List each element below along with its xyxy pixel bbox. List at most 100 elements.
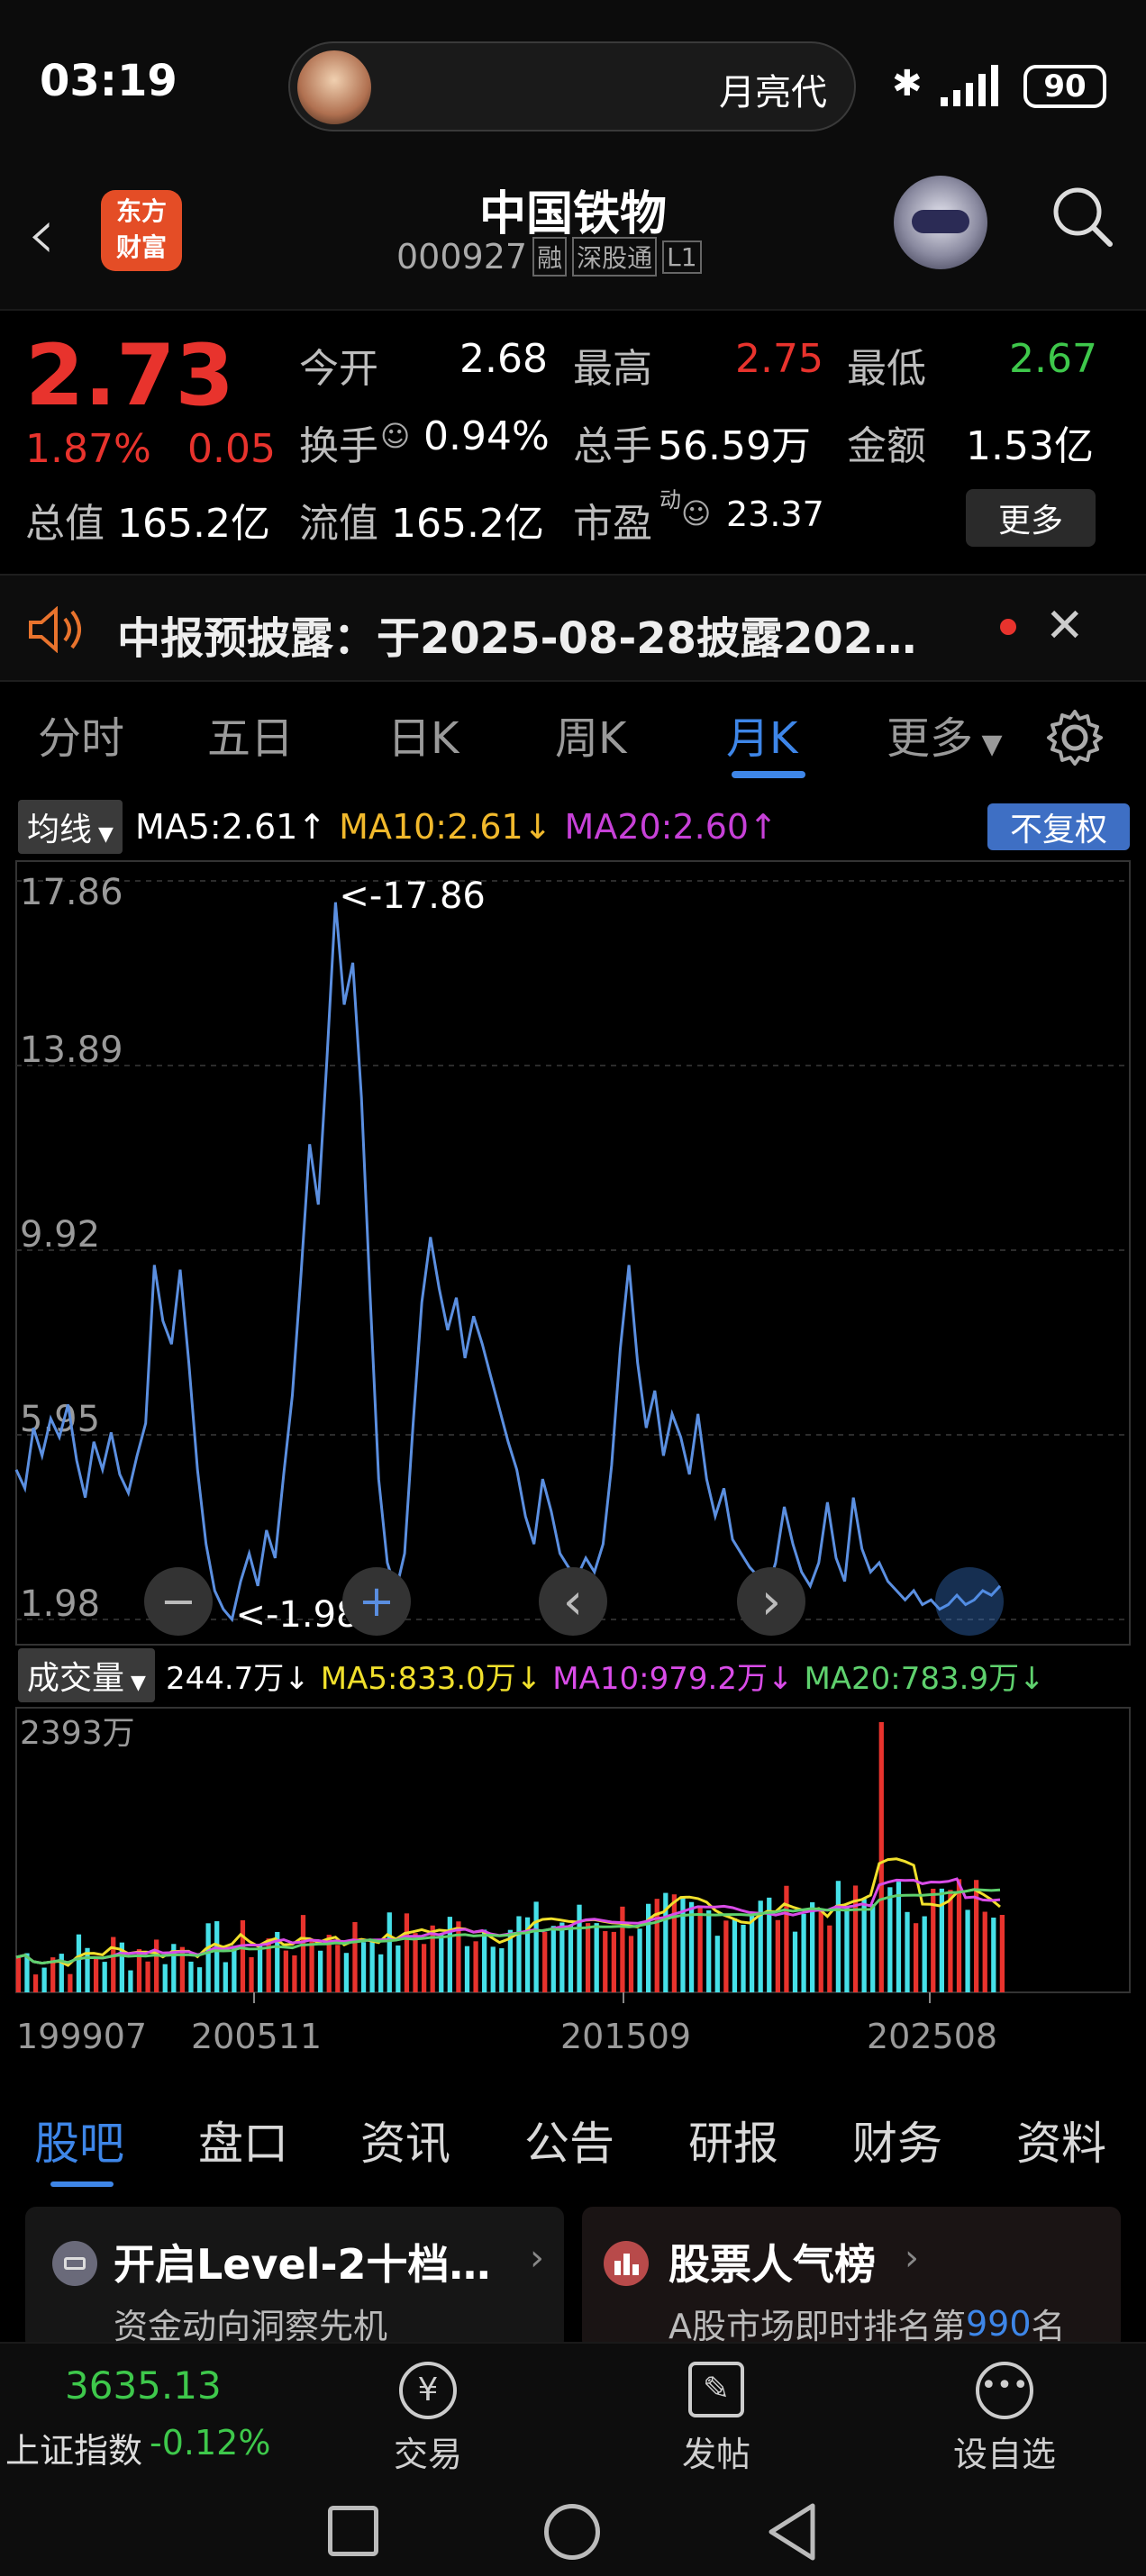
yen-icon: ¥	[399, 2362, 457, 2419]
value-market-cap: 165.2亿	[117, 501, 270, 547]
volume-bar	[620, 1906, 625, 1992]
tab-daily-k[interactable]: 日K	[387, 703, 459, 766]
volume-legend: 成交量 ▼ 244.7万↓ MA5:833.0万↓ MA10:979.2万↓ M…	[18, 1648, 1045, 1702]
volume-bar	[697, 1906, 703, 1992]
tab-monthly-k[interactable]: 月K	[726, 703, 797, 766]
volume-bar	[41, 1967, 47, 1992]
more-quote-button[interactable]: 更多	[966, 489, 1096, 547]
post-button[interactable]: ✎ 发帖	[667, 2362, 766, 2476]
kline-chart[interactable]: 17.8613.899.925.951.98<-17.86<-1.98	[0, 854, 1146, 1648]
volume-bar	[844, 1906, 850, 1992]
period-tabs: 分时 五日 日K 周K 月K 更多 ▼	[0, 685, 1146, 793]
robot-assistant-icon[interactable]	[894, 176, 987, 269]
add-watchlist-button[interactable]: ••• 设自选	[937, 2362, 1072, 2476]
vol-ma5-label: MA5:833.0万	[320, 1660, 516, 1697]
volume-bar	[723, 1920, 729, 1992]
volume-selector[interactable]: 成交量 ▼	[18, 1648, 155, 1702]
volume-bar	[482, 1929, 487, 1992]
volume-bar	[439, 1935, 444, 1992]
tab-announcements[interactable]: 公告	[524, 2108, 614, 2172]
home-icon[interactable]	[544, 2504, 600, 2560]
value-float-cap: 165.2亿	[391, 501, 544, 547]
level2-promo-card[interactable]: 开启Level-2十档… › 资金动向洞察先机	[25, 2207, 564, 2351]
volume-bar	[335, 1945, 341, 1992]
trade-button[interactable]: ¥ 交易	[378, 2362, 478, 2476]
volume-bar	[196, 1967, 203, 1992]
arrow-down-icon: ↓	[515, 1660, 542, 1697]
volume-bar	[784, 1885, 789, 1992]
back-nav-icon[interactable]	[764, 2502, 820, 2562]
crosshair-toggle-button[interactable]	[935, 1567, 1004, 1636]
info-icon[interactable]: ☺	[380, 419, 410, 453]
volume-bar	[878, 1722, 884, 1992]
settings-gear-icon[interactable]	[1045, 708, 1105, 767]
y-tick-label: 13.89	[20, 1029, 123, 1071]
level2-icon	[52, 2241, 97, 2286]
x-tick-label: 201509	[560, 2017, 691, 2056]
speaker-icon	[29, 606, 81, 653]
search-icon[interactable]	[1050, 185, 1115, 249]
caret-down-icon: ▼	[124, 1672, 146, 1694]
volume-bar	[300, 1915, 306, 1992]
tab-guba[interactable]: 股吧	[34, 2108, 124, 2172]
tab-five-day[interactable]: 五日	[207, 703, 294, 766]
recent-apps-icon[interactable]	[328, 2506, 378, 2556]
volume-bar	[283, 1950, 288, 1992]
label-float-cap: 流值	[299, 501, 378, 547]
pe-info-icon[interactable]: ☺	[681, 496, 711, 531]
bluetooth-icon: ✱	[892, 63, 923, 104]
volume-bar	[430, 1925, 435, 1992]
last-price: 2.73	[25, 327, 234, 425]
index-ticker[interactable]: 3635.13 上证指数 -0.12%	[0, 2344, 297, 2479]
tab-news[interactable]: 资讯	[360, 2108, 450, 2172]
popularity-card[interactable]: 股票人气榜 › A股市场即时排名第 990 名	[582, 2207, 1121, 2351]
zoom-in-button[interactable]: +	[342, 1567, 411, 1636]
value-low: 2.67	[1009, 336, 1097, 382]
tab-finance[interactable]: 财务	[852, 2108, 942, 2172]
volume-bar	[473, 1941, 478, 1992]
level2-card-subtitle: 资金动向洞察先机	[114, 2307, 388, 2346]
volume-bar	[145, 1961, 150, 1992]
pan-right-button[interactable]: ›	[737, 1567, 805, 1636]
vol-ma20-label: MA20:783.9万	[804, 1660, 1020, 1697]
kline-frame	[15, 860, 1131, 1646]
ma-legend: 均线 ▼ MA5:2.61↑ MA10:2.61↓ MA20:2.60↑	[18, 800, 778, 854]
volume-chart[interactable]: 2393万 199907 200511 201509 202508	[0, 1704, 1146, 2082]
volume-bar	[292, 1955, 297, 1992]
volume-bar	[965, 1909, 970, 1992]
popularity-card-subtitle: A股市场即时排名第 990 名	[668, 2299, 1066, 2348]
ma-selector[interactable]: 均线 ▼	[18, 800, 123, 854]
x-tick-label: 199907	[16, 2017, 147, 2056]
notice-bar[interactable]: 中报预披露：于2025-08-28披露202… ✕	[0, 574, 1146, 682]
tab-research[interactable]: 研报	[688, 2108, 778, 2172]
tab-profile[interactable]: 资料	[1016, 2108, 1106, 2172]
label-open: 今开	[299, 346, 378, 392]
tab-more[interactable]: 更多 ▼	[887, 703, 1003, 766]
tab-weekly-k[interactable]: 周K	[555, 703, 626, 766]
popularity-prefix: A股市场即时排名第	[668, 2307, 966, 2346]
ma-selector-label: 均线	[27, 812, 93, 848]
zoom-out-button[interactable]: −	[144, 1567, 213, 1636]
pan-left-button[interactable]: ‹	[539, 1567, 607, 1636]
y-tick-label: 9.92	[20, 1214, 100, 1256]
volume-value: 244.7万↓	[166, 1654, 310, 1698]
ma20-label: MA20:2.60	[564, 807, 750, 847]
volume-bar	[232, 1946, 237, 1992]
active-tab-indicator	[732, 771, 805, 778]
volume-bar	[214, 1921, 220, 1992]
tab-orderbook[interactable]: 盘口	[198, 2108, 288, 2172]
dynamic-island[interactable]: 月亮代	[288, 41, 856, 132]
volume-bar	[637, 1928, 642, 1992]
volume-bar	[827, 1925, 832, 1992]
unread-dot	[1000, 619, 1016, 635]
volume-bar	[861, 1899, 867, 1992]
volume-bar	[223, 1962, 228, 1992]
bottom-action-bar: 3635.13 上证指数 -0.12% ¥ 交易 ✎ 发帖 ••• 设自选	[0, 2342, 1146, 2576]
active-content-tab-indicator	[50, 2181, 114, 2187]
volume-bar	[714, 1936, 720, 1992]
adjust-mode-button[interactable]: 不复权	[987, 803, 1130, 850]
edit-icon: ✎	[688, 2362, 744, 2417]
close-icon[interactable]: ✕	[1045, 599, 1085, 653]
tab-intraday[interactable]: 分时	[38, 703, 124, 766]
volume-bar	[499, 1948, 505, 1992]
